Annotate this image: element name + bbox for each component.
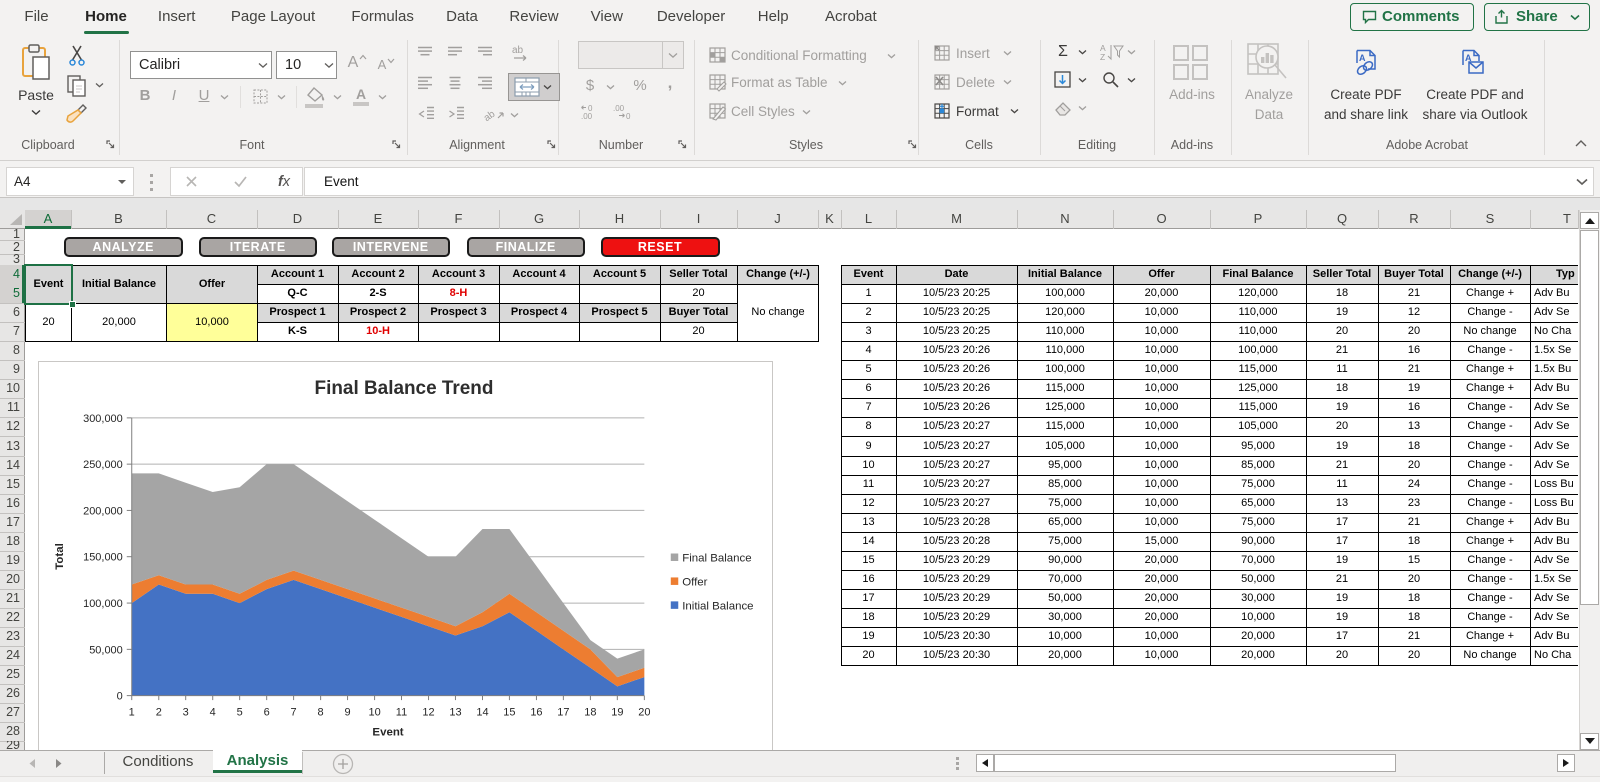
- svg-text:.00: .00: [581, 112, 593, 121]
- svg-text:A: A: [1359, 53, 1366, 63]
- svg-text:14: 14: [476, 707, 488, 719]
- svg-text:20: 20: [638, 707, 650, 719]
- svg-text:A: A: [1465, 53, 1472, 63]
- svg-text:10: 10: [368, 707, 380, 719]
- svg-text:16: 16: [530, 707, 542, 719]
- svg-text:50,000: 50,000: [89, 644, 123, 656]
- svg-text:13: 13: [449, 707, 461, 719]
- svg-text:15: 15: [503, 707, 515, 719]
- svg-text:Z: Z: [1100, 52, 1105, 61]
- svg-text:8: 8: [318, 707, 324, 719]
- svg-text:Event: Event: [372, 727, 403, 739]
- svg-text:3: 3: [183, 707, 189, 719]
- svg-text:18: 18: [584, 707, 596, 719]
- svg-text:ab: ab: [512, 45, 524, 56]
- svg-text:Offer: Offer: [682, 576, 707, 588]
- svg-text:0: 0: [626, 112, 631, 121]
- svg-text:17: 17: [557, 707, 569, 719]
- svg-text:9: 9: [345, 707, 351, 719]
- svg-text:1: 1: [129, 707, 135, 719]
- svg-text:Initial Balance: Initial Balance: [682, 600, 753, 612]
- svg-text:0: 0: [117, 691, 123, 703]
- svg-text:200,000: 200,000: [83, 505, 123, 517]
- svg-text:5: 5: [237, 707, 243, 719]
- svg-text:Final Balance: Final Balance: [682, 552, 751, 564]
- svg-text:ab: ab: [484, 109, 498, 124]
- svg-text:19: 19: [611, 707, 623, 719]
- svg-text:250,000: 250,000: [83, 459, 123, 471]
- svg-text:4: 4: [210, 707, 216, 719]
- svg-text:2: 2: [156, 707, 162, 719]
- svg-text:6: 6: [264, 707, 270, 719]
- svg-text:12: 12: [422, 707, 434, 719]
- svg-text:100,000: 100,000: [83, 598, 123, 610]
- svg-text:Final Balance Trend: Final Balance Trend: [315, 378, 494, 399]
- svg-text:.00: .00: [613, 104, 625, 113]
- svg-text:11: 11: [396, 707, 407, 719]
- svg-text:300,000: 300,000: [83, 413, 123, 425]
- svg-text:7: 7: [291, 707, 297, 719]
- svg-text:150,000: 150,000: [83, 552, 123, 564]
- svg-text:Total: Total: [54, 543, 66, 570]
